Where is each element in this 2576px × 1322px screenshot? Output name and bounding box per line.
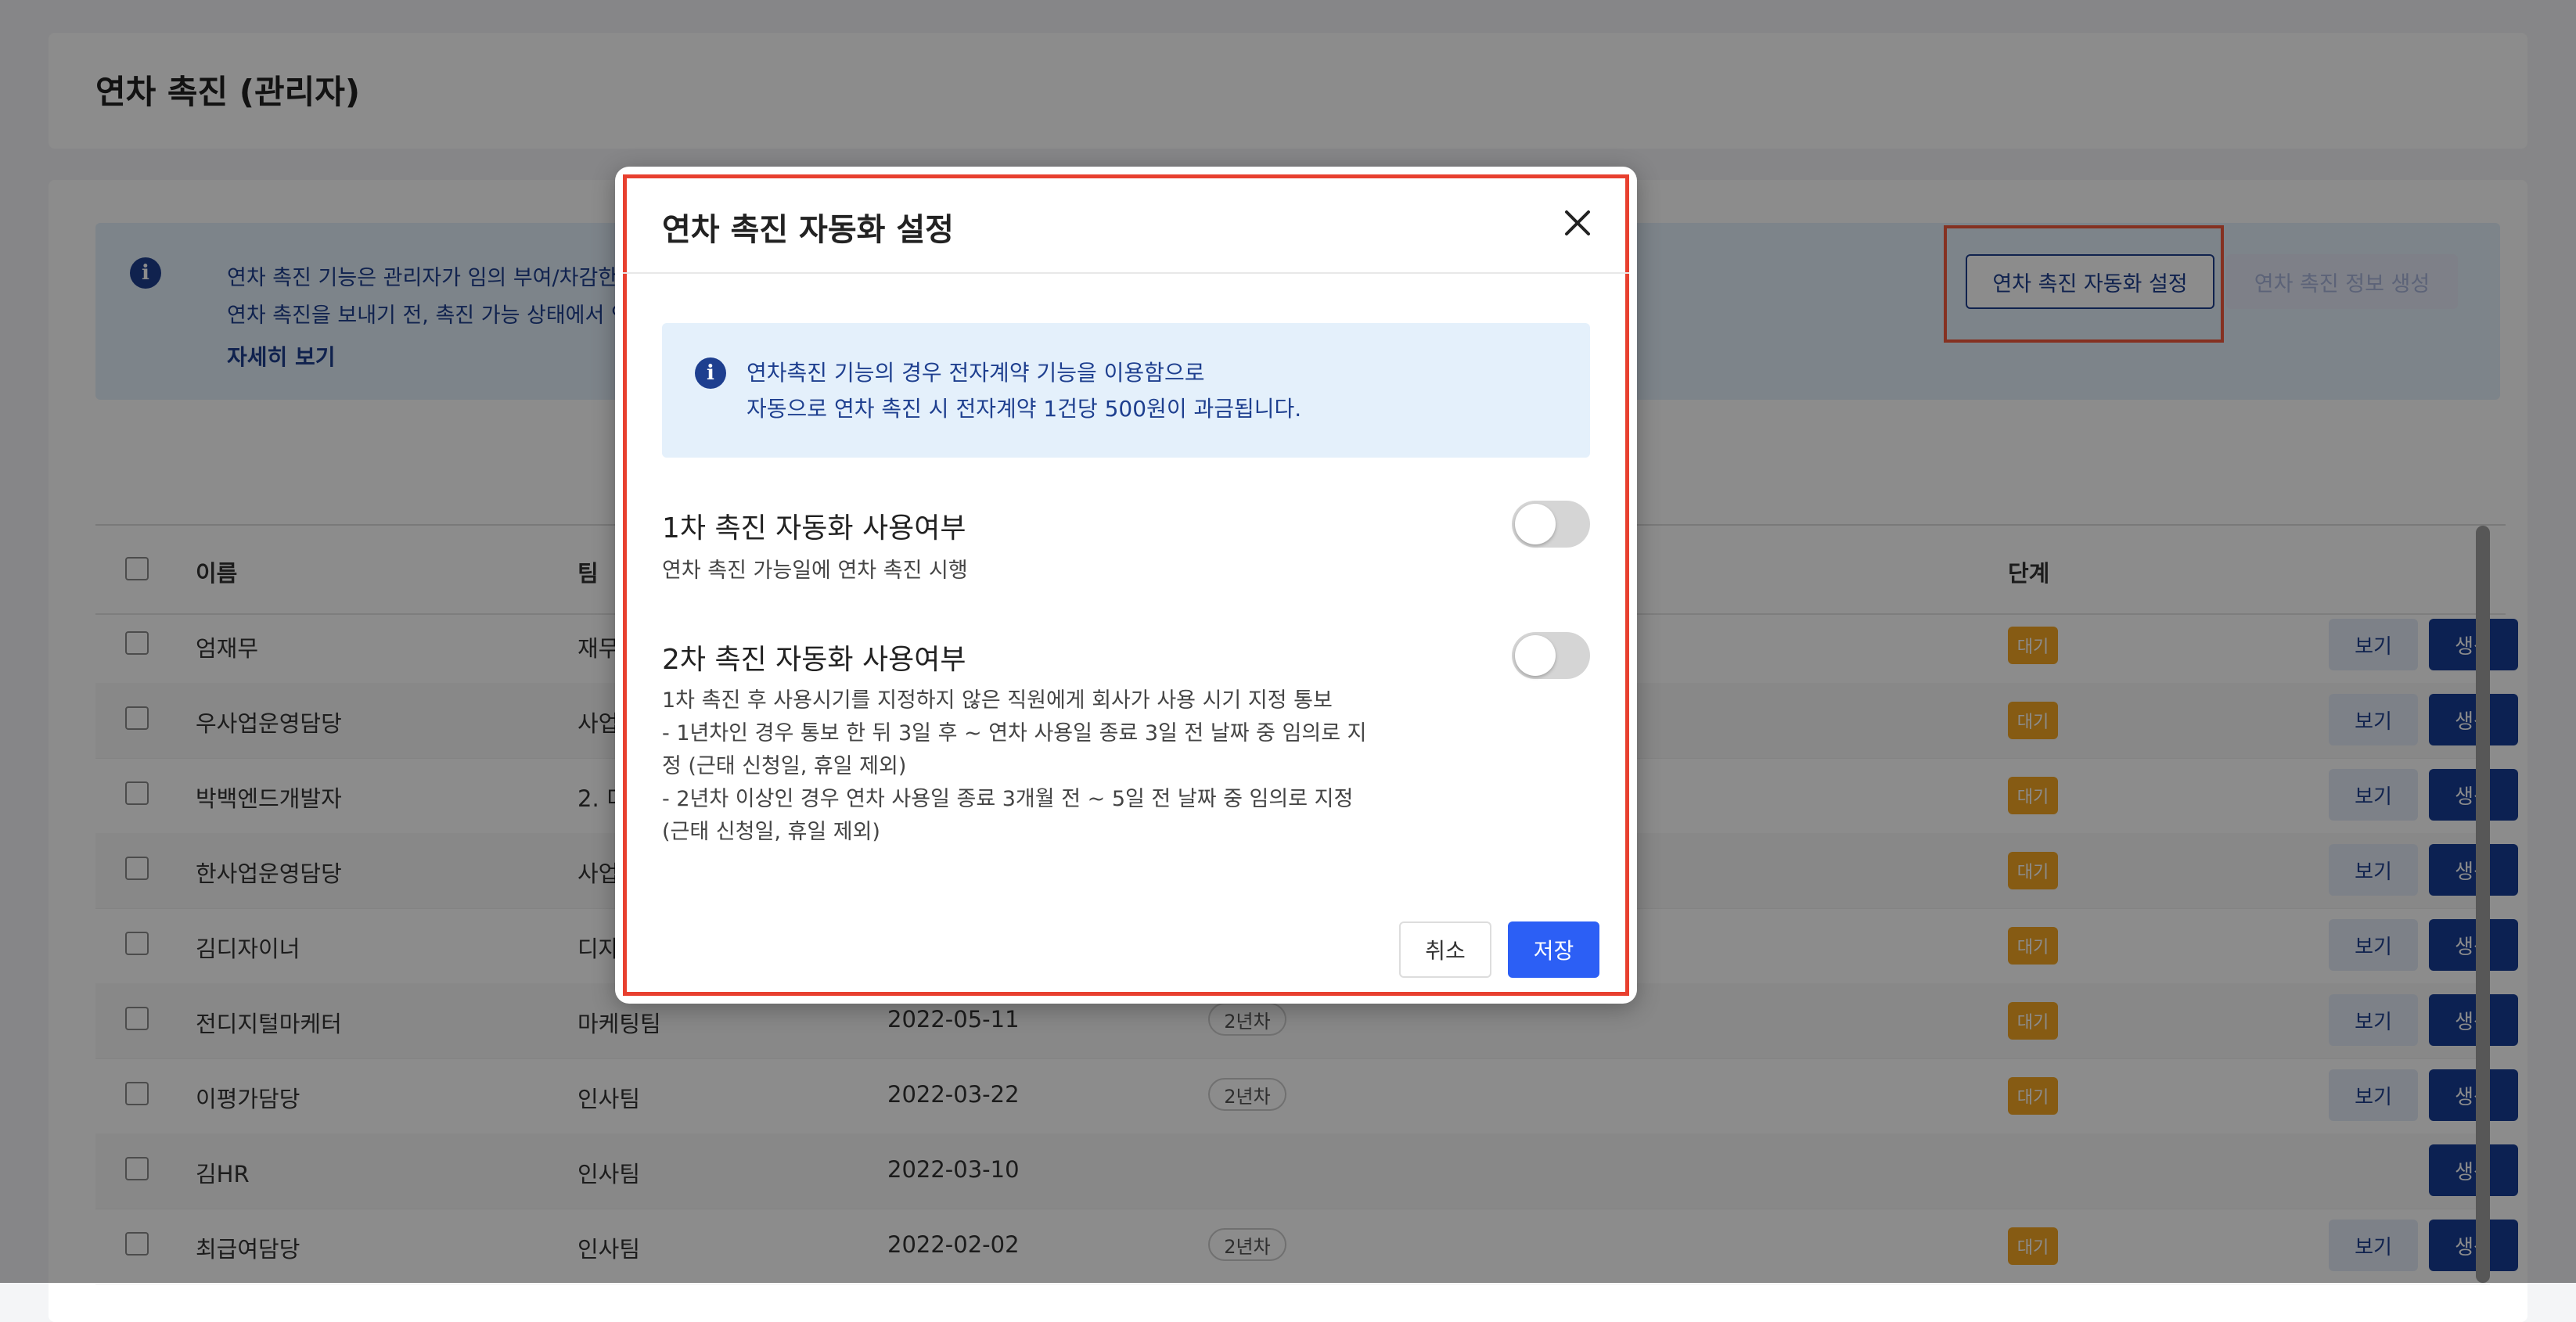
first-promotion-toggle[interactable]: [1512, 501, 1590, 548]
auto-settings-modal: 연차 촉진 자동화 설정 i 연차촉진 기능의 경우 전자계약 기능을 이용함으…: [615, 167, 1637, 1004]
close-icon-svg: [1565, 210, 1590, 235]
close-icon[interactable]: [1554, 199, 1601, 246]
modal-title: 연차 촉진 자동화 설정: [662, 212, 954, 248]
notice-line-2: 자동으로 연차 촉진 시 전자계약 1건당 500원이 과금됩니다.: [747, 396, 1302, 422]
toggle-knob: [1515, 504, 1556, 544]
cancel-button[interactable]: 취소: [1399, 921, 1491, 978]
second-promotion-desc-3: 정 (근태 신청일, 휴일 제외): [662, 754, 907, 778]
notice-line-1: 연차촉진 기능의 경우 전자계약 기능을 이용함으로: [747, 360, 1205, 386]
second-promotion-desc-1: 1차 촉진 후 사용시기를 지정하지 않은 직원에게 회사가 사용 시기 지정 …: [662, 688, 1333, 713]
second-promotion-toggle[interactable]: [1512, 632, 1590, 679]
second-promotion-desc-5: (근태 신청일, 휴일 제외): [662, 820, 880, 844]
first-promotion-desc: 연차 촉진 가능일에 연차 촉진 시행: [662, 559, 968, 583]
second-promotion-desc-4: - 2년차 이상인 경우 연차 사용일 종료 3개월 전 ~ 5일 전 날짜 중…: [662, 787, 1354, 811]
info-icon: i: [695, 357, 726, 389]
modal-divider: [623, 272, 1629, 274]
toggle-knob: [1515, 635, 1556, 676]
save-button[interactable]: 저장: [1508, 921, 1599, 978]
second-promotion-desc-2: - 1년차인 경우 통보 한 뒤 3일 후 ~ 연차 사용일 종료 3일 전 날…: [662, 721, 1367, 745]
billing-notice: i 연차촉진 기능의 경우 전자계약 기능을 이용함으로 자동으로 연차 촉진 …: [662, 323, 1590, 458]
second-promotion-title: 2차 촉진 자동화 사용여부: [662, 644, 966, 676]
first-promotion-title: 1차 촉진 자동화 사용여부: [662, 512, 966, 544]
